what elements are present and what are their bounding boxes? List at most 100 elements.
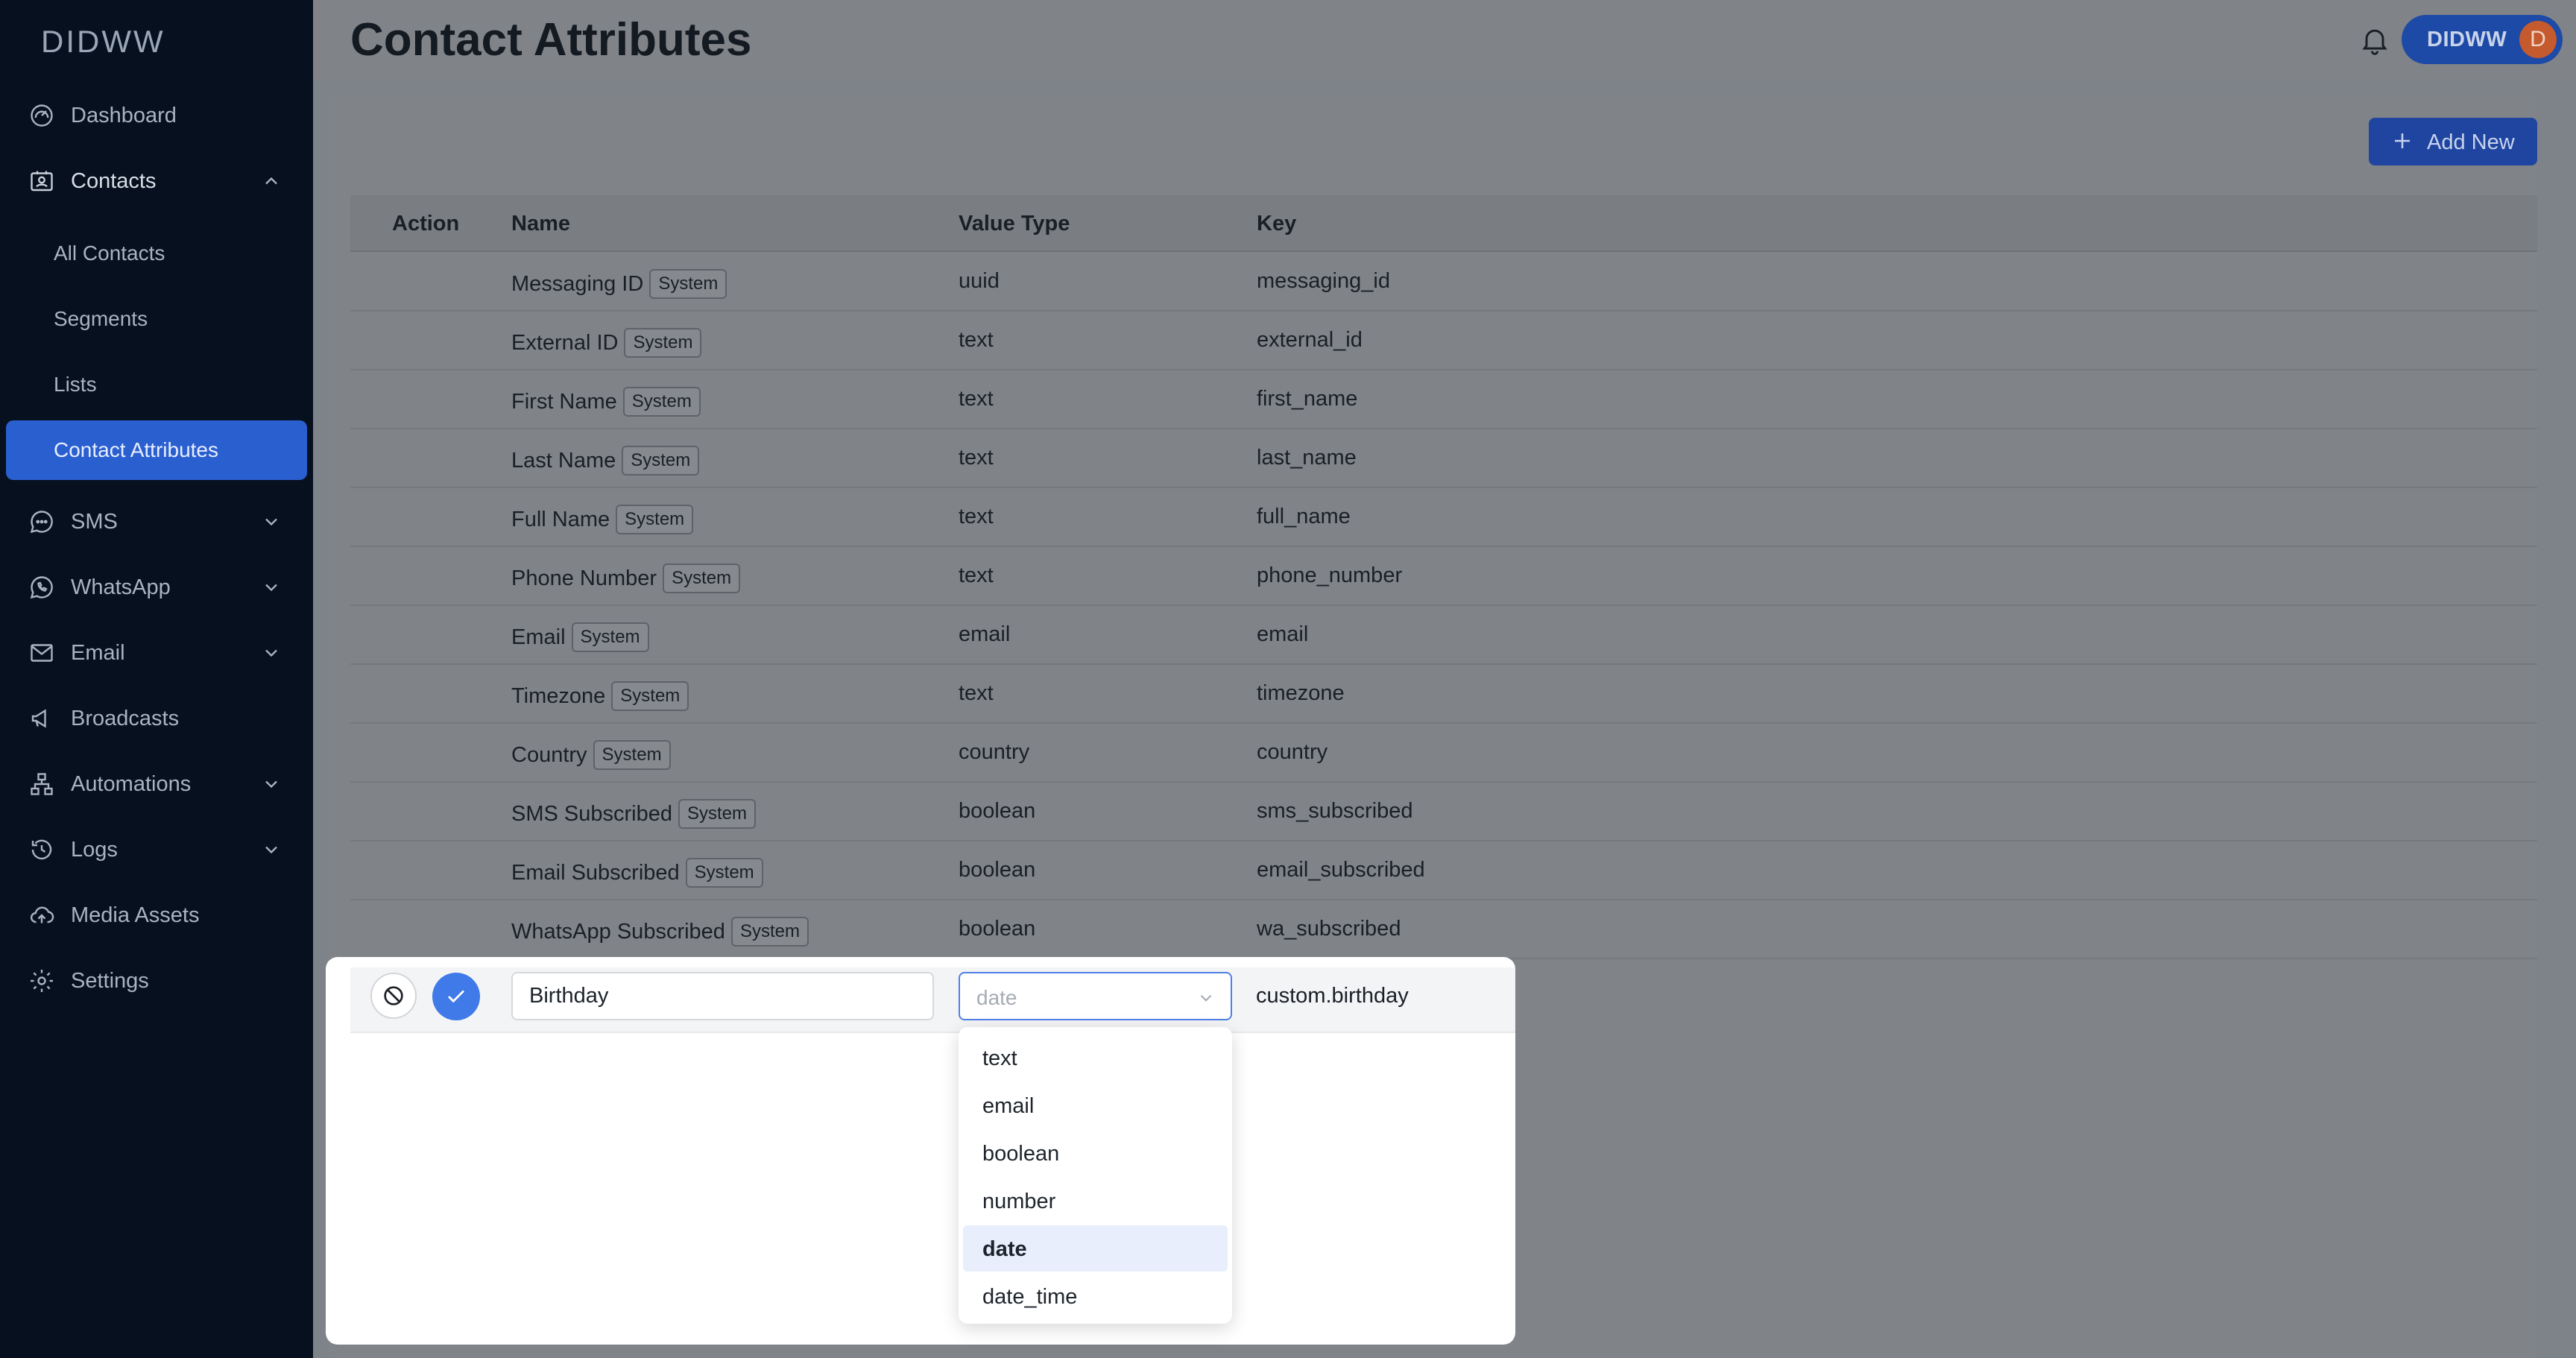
chevron-down-icon: [1200, 994, 1212, 1002]
cell-name: First Name System: [511, 387, 701, 417]
attribute-name: Messaging ID: [511, 272, 644, 296]
table-row[interactable]: Email System email email: [350, 606, 2537, 665]
cell-name: Phone Number System: [511, 563, 741, 593]
column-header-action: Action: [392, 212, 460, 236]
system-badge: System: [685, 858, 763, 888]
sidebar-subitem-segments[interactable]: Segments: [0, 289, 313, 349]
chevron-up-icon: [265, 177, 277, 185]
sidebar-subitem-contact-attributes[interactable]: Contact Attributes: [6, 420, 307, 480]
sidebar-item-email[interactable]: Email: [0, 623, 313, 683]
avatar: D: [2519, 21, 2557, 58]
user-menu[interactable]: DIDWW D: [2402, 15, 2563, 64]
sidebar-item-whatsapp[interactable]: WhatsApp: [0, 558, 313, 617]
table-row[interactable]: Messaging ID System uuid messaging_id: [350, 253, 2537, 312]
cell-key: wa_subscribed: [1257, 917, 1401, 941]
gear-icon: [31, 970, 53, 992]
table-row[interactable]: Phone Number System text phone_number: [350, 547, 2537, 606]
sidebar-item-label: Dashboard: [71, 103, 177, 127]
page-title: Contact Attributes: [350, 14, 752, 66]
sidebar-item-media-assets[interactable]: Media Assets: [0, 885, 313, 945]
top-bar: Contact Attributes DIDWW D: [313, 0, 2576, 80]
table-row[interactable]: Timezone System text timezone: [350, 665, 2537, 724]
column-header-value-type[interactable]: Value Type: [959, 212, 1070, 236]
dropdown-option-date-time[interactable]: date_time: [963, 1273, 1228, 1319]
cloud-upload-icon: [30, 906, 54, 923]
cell-name: Email Subscribed System: [511, 858, 763, 888]
sidebar-item-contacts[interactable]: Contacts: [0, 151, 313, 211]
sidebar-subitem-lists[interactable]: Lists: [0, 355, 313, 414]
option-label: boolean: [982, 1142, 1060, 1166]
sidebar-item-settings[interactable]: Settings: [0, 951, 313, 1011]
chat-bubble-icon: [30, 511, 53, 534]
table-row[interactable]: SMS Subscribed System boolean sms_subscribe…: [350, 783, 2537, 841]
add-new-button[interactable]: Add New: [2369, 118, 2537, 165]
cell-key: email: [1257, 622, 1309, 646]
cell-key: messaging_id: [1257, 269, 1390, 293]
history-icon: [31, 839, 52, 859]
table-row[interactable]: Email Subscribed System boolean email_subsc…: [350, 841, 2537, 900]
sidebar-item-automations[interactable]: Automations: [0, 754, 313, 814]
column-header-key[interactable]: Key: [1257, 212, 1296, 236]
cell-value-type: text: [959, 446, 994, 470]
cell-key: country: [1257, 740, 1328, 764]
sidebar-item-sms[interactable]: SMS: [0, 492, 313, 552]
sidebar-item-label: Logs: [71, 837, 118, 862]
cell-key: phone_number: [1257, 563, 1403, 587]
cell-key: external_id: [1257, 328, 1363, 352]
sidebar-subitem-label: Segments: [54, 307, 148, 330]
dropdown-option-email[interactable]: email: [963, 1082, 1228, 1128]
attribute-key-value: custom.birthday: [1256, 984, 1409, 1008]
system-badge: System: [663, 563, 741, 593]
sidebar-item-dashboard[interactable]: Dashboard: [0, 86, 313, 145]
system-badge: System: [622, 446, 700, 476]
cell-value-type: uuid: [959, 269, 1000, 293]
option-label: text: [982, 1046, 1017, 1070]
table-row[interactable]: Full Name System text full_name: [350, 488, 2537, 547]
dropdown-option-number[interactable]: number: [963, 1178, 1228, 1224]
table-row[interactable]: Last Name System text last_name: [350, 429, 2537, 488]
chevron-down-icon: [265, 518, 277, 526]
table-row[interactable]: First Name System text first_name: [350, 370, 2537, 429]
system-badge: System: [730, 917, 809, 947]
attribute-name: Last Name: [511, 449, 616, 473]
cell-key: last_name: [1257, 446, 1357, 470]
ban-icon: [384, 986, 403, 1005]
confirm-button[interactable]: [432, 973, 480, 1020]
gauge-icon: [31, 104, 53, 127]
option-label: email: [982, 1094, 1035, 1118]
system-badge: System: [622, 387, 701, 417]
value-type-select[interactable]: date: [959, 972, 1232, 1020]
cell-value-type: text: [959, 563, 994, 587]
sidebar-item-label: SMS: [71, 509, 118, 534]
contacts-icon: [31, 171, 53, 192]
system-badge: System: [624, 328, 702, 358]
attribute-name: Timezone: [511, 684, 606, 708]
table-header: Action Name Value Type Key: [350, 195, 2537, 252]
column-header-name[interactable]: Name: [511, 212, 570, 236]
table-row[interactable]: WhatsApp Subscribed System boolean wa_subsc…: [350, 900, 2537, 959]
sidebar-subitem-label: Lists: [54, 373, 97, 396]
dropdown-option-text[interactable]: text: [963, 1035, 1228, 1081]
dropdown-option-date[interactable]: date: [963, 1225, 1228, 1272]
cancel-button[interactable]: [370, 973, 417, 1019]
attribute-name: Full Name: [511, 508, 610, 531]
attribute-name-input[interactable]: [511, 972, 934, 1020]
cell-value-type: text: [959, 505, 994, 528]
value-type-selected: date: [976, 986, 1017, 1009]
option-label: date_time: [982, 1285, 1078, 1309]
sidebar-item-label: Automations: [71, 771, 192, 796]
bell-icon[interactable]: [2358, 22, 2391, 58]
sidebar-item-logs[interactable]: Logs: [0, 820, 313, 879]
check-icon: [448, 990, 464, 1003]
attribute-name: SMS Subscribed: [511, 802, 672, 826]
sidebar-item-broadcasts[interactable]: Broadcasts: [0, 689, 313, 748]
table-row[interactable]: External ID System text external_id: [350, 312, 2537, 370]
sidebar-subitem-all-contacts[interactable]: All Contacts: [0, 224, 313, 283]
flow-icon: [31, 773, 53, 795]
system-badge: System: [593, 740, 671, 770]
dropdown-option-boolean[interactable]: boolean: [963, 1130, 1228, 1176]
sidebar-subitem-label: All Contacts: [54, 241, 165, 265]
table-row[interactable]: Country System country country: [350, 724, 2537, 783]
sidebar-item-label: Email: [71, 640, 125, 665]
app-logo: DIDWW: [41, 24, 165, 59]
